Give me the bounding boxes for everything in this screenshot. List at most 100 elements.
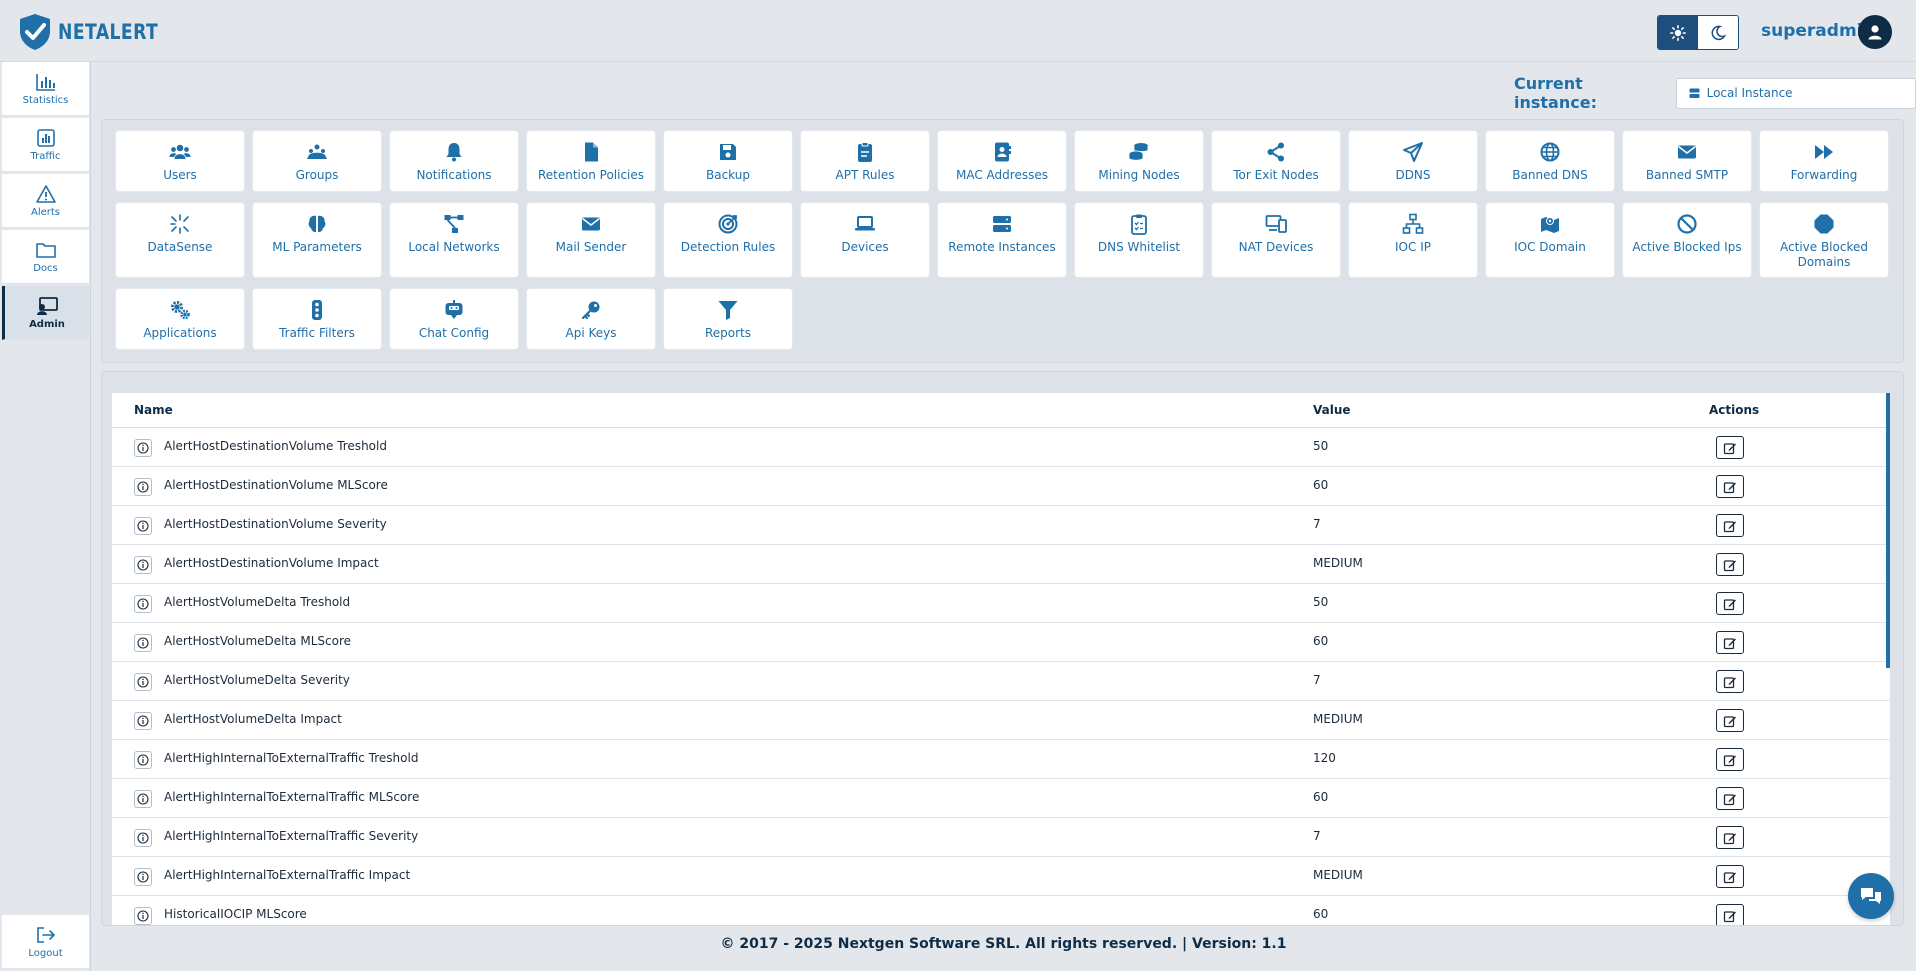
tile-notifications[interactable]: Notifications (389, 130, 519, 192)
tile-label: DDNS (1395, 168, 1431, 182)
setting-value: MEDIUM (1313, 712, 1363, 726)
robot-icon (445, 300, 463, 319)
info-button[interactable] (134, 517, 152, 535)
chat-button[interactable] (1848, 873, 1894, 919)
tile-backup[interactable]: Backup (663, 130, 793, 192)
tile-devices[interactable]: Devices (800, 202, 930, 278)
tile-tor-exit-nodes[interactable]: Tor Exit Nodes (1211, 130, 1341, 192)
logout-button[interactable]: Logout (2, 915, 89, 969)
light-theme-button[interactable] (1658, 16, 1698, 49)
tile-ml-parameters[interactable]: ML Parameters (252, 202, 382, 278)
folder-icon (35, 242, 56, 258)
column-header-value[interactable]: Value (1313, 403, 1351, 417)
tile-label: DataSense (147, 240, 213, 254)
tile-traffic-filters[interactable]: Traffic Filters (252, 288, 382, 350)
setting-value: 120 (1313, 751, 1336, 765)
sparkle-icon (170, 214, 189, 234)
edit-icon (1723, 754, 1736, 766)
server-icon (993, 216, 1011, 232)
instance-label: Current instance: (1514, 74, 1597, 112)
sidebar-item-label: Docs (33, 262, 58, 274)
tile-reports[interactable]: Reports (663, 288, 793, 350)
tile-apt-rules[interactable]: APT Rules (800, 130, 930, 192)
edit-button[interactable] (1716, 592, 1744, 615)
tile-mining-nodes[interactable]: Mining Nodes (1074, 130, 1204, 192)
info-icon (137, 910, 149, 922)
edit-icon (1723, 910, 1736, 922)
instance-row: Current instance: Local Instance (1514, 74, 1916, 112)
tile-mail-sender[interactable]: Mail Sender (526, 202, 656, 278)
info-button[interactable] (134, 868, 152, 886)
info-button[interactable] (134, 556, 152, 574)
edit-button[interactable] (1716, 670, 1744, 693)
edit-button[interactable] (1716, 709, 1744, 732)
info-button[interactable] (134, 712, 152, 730)
sidebar-item-docs[interactable]: Docs (2, 230, 89, 284)
sidebar-item-alerts[interactable]: Alerts (2, 174, 89, 228)
edit-button[interactable] (1716, 865, 1744, 888)
chat-icon (1861, 888, 1881, 904)
table-row: AlertHostVolumeDelta MLScore 60 (112, 623, 1890, 662)
app-logo[interactable]: NETALERT (18, 13, 180, 51)
info-button[interactable] (134, 751, 152, 769)
tile-local-networks[interactable]: Local Networks (389, 202, 519, 278)
edit-button[interactable] (1716, 553, 1744, 576)
tile-banned-dns[interactable]: Banned DNS (1485, 130, 1615, 192)
info-button[interactable] (134, 829, 152, 847)
dark-theme-button[interactable] (1698, 16, 1738, 49)
tile-chat-config[interactable]: Chat Config (389, 288, 519, 350)
tile-ioc-ip[interactable]: IOC IP (1348, 202, 1478, 278)
edit-button[interactable] (1716, 631, 1744, 654)
column-header-name[interactable]: Name (134, 403, 173, 417)
info-button[interactable] (134, 439, 152, 457)
users-icon (169, 144, 191, 159)
tile-dns-whitelist[interactable]: DNS Whitelist (1074, 202, 1204, 278)
tile-ioc-domain[interactable]: IOC Domain (1485, 202, 1615, 278)
tile-users[interactable]: Users (115, 130, 245, 192)
info-button[interactable] (134, 634, 152, 652)
tile-ddns[interactable]: DDNS (1348, 130, 1478, 192)
tile-forwarding[interactable]: Forwarding (1759, 130, 1889, 192)
tile-mac-addresses[interactable]: MAC Addresses (937, 130, 1067, 192)
setting-value: MEDIUM (1313, 556, 1363, 570)
setting-value: 7 (1313, 673, 1321, 687)
edit-button[interactable] (1716, 514, 1744, 537)
edit-button[interactable] (1716, 436, 1744, 459)
edit-button[interactable] (1716, 475, 1744, 498)
tile-label: Active Blocked Domains (1780, 240, 1868, 269)
info-button[interactable] (134, 673, 152, 691)
sidebar-item-traffic[interactable]: Traffic (2, 118, 89, 172)
edit-button[interactable] (1716, 826, 1744, 849)
tile-nat-devices[interactable]: NAT Devices (1211, 202, 1341, 278)
edit-button[interactable] (1716, 904, 1744, 925)
tile-retention-policies[interactable]: Retention Policies (526, 130, 656, 192)
info-button[interactable] (134, 790, 152, 808)
tile-label: Api Keys (565, 326, 617, 340)
instance-select[interactable]: Local Instance (1675, 77, 1916, 109)
tile-applications[interactable]: Applications (115, 288, 245, 350)
info-button[interactable] (134, 907, 152, 925)
setting-value: 50 (1313, 595, 1329, 609)
sidebar-item-admin[interactable]: Admin (2, 286, 89, 340)
tile-remote-instances[interactable]: Remote Instances (937, 202, 1067, 278)
theme-toggle[interactable] (1657, 15, 1739, 50)
envelope-icon (582, 217, 600, 231)
table-scrollbar[interactable] (1886, 393, 1890, 668)
info-button[interactable] (134, 595, 152, 613)
tile-groups[interactable]: Groups (252, 130, 382, 192)
tile-api-keys[interactable]: Api Keys (526, 288, 656, 350)
tile-detection-rules[interactable]: Detection Rules (663, 202, 793, 278)
logout-label: Logout (28, 947, 63, 959)
sidebar-item-statistics[interactable]: Statistics (2, 62, 89, 116)
info-icon (137, 598, 149, 610)
edit-button[interactable] (1716, 748, 1744, 771)
tile-active-blocked-domains[interactable]: Active Blocked Domains (1759, 202, 1889, 278)
tile-banned-smtp[interactable]: Banned SMTP (1622, 130, 1752, 192)
top-bar: NETALERT superadmin (0, 0, 1916, 62)
avatar[interactable] (1858, 15, 1892, 49)
edit-button[interactable] (1716, 787, 1744, 810)
info-button[interactable] (134, 478, 152, 496)
table-row: AlertHighInternalToExternalTraffic Sever… (112, 818, 1890, 857)
tile-datasense[interactable]: DataSense (115, 202, 245, 278)
tile-active-blocked-ips[interactable]: Active Blocked Ips (1622, 202, 1752, 278)
